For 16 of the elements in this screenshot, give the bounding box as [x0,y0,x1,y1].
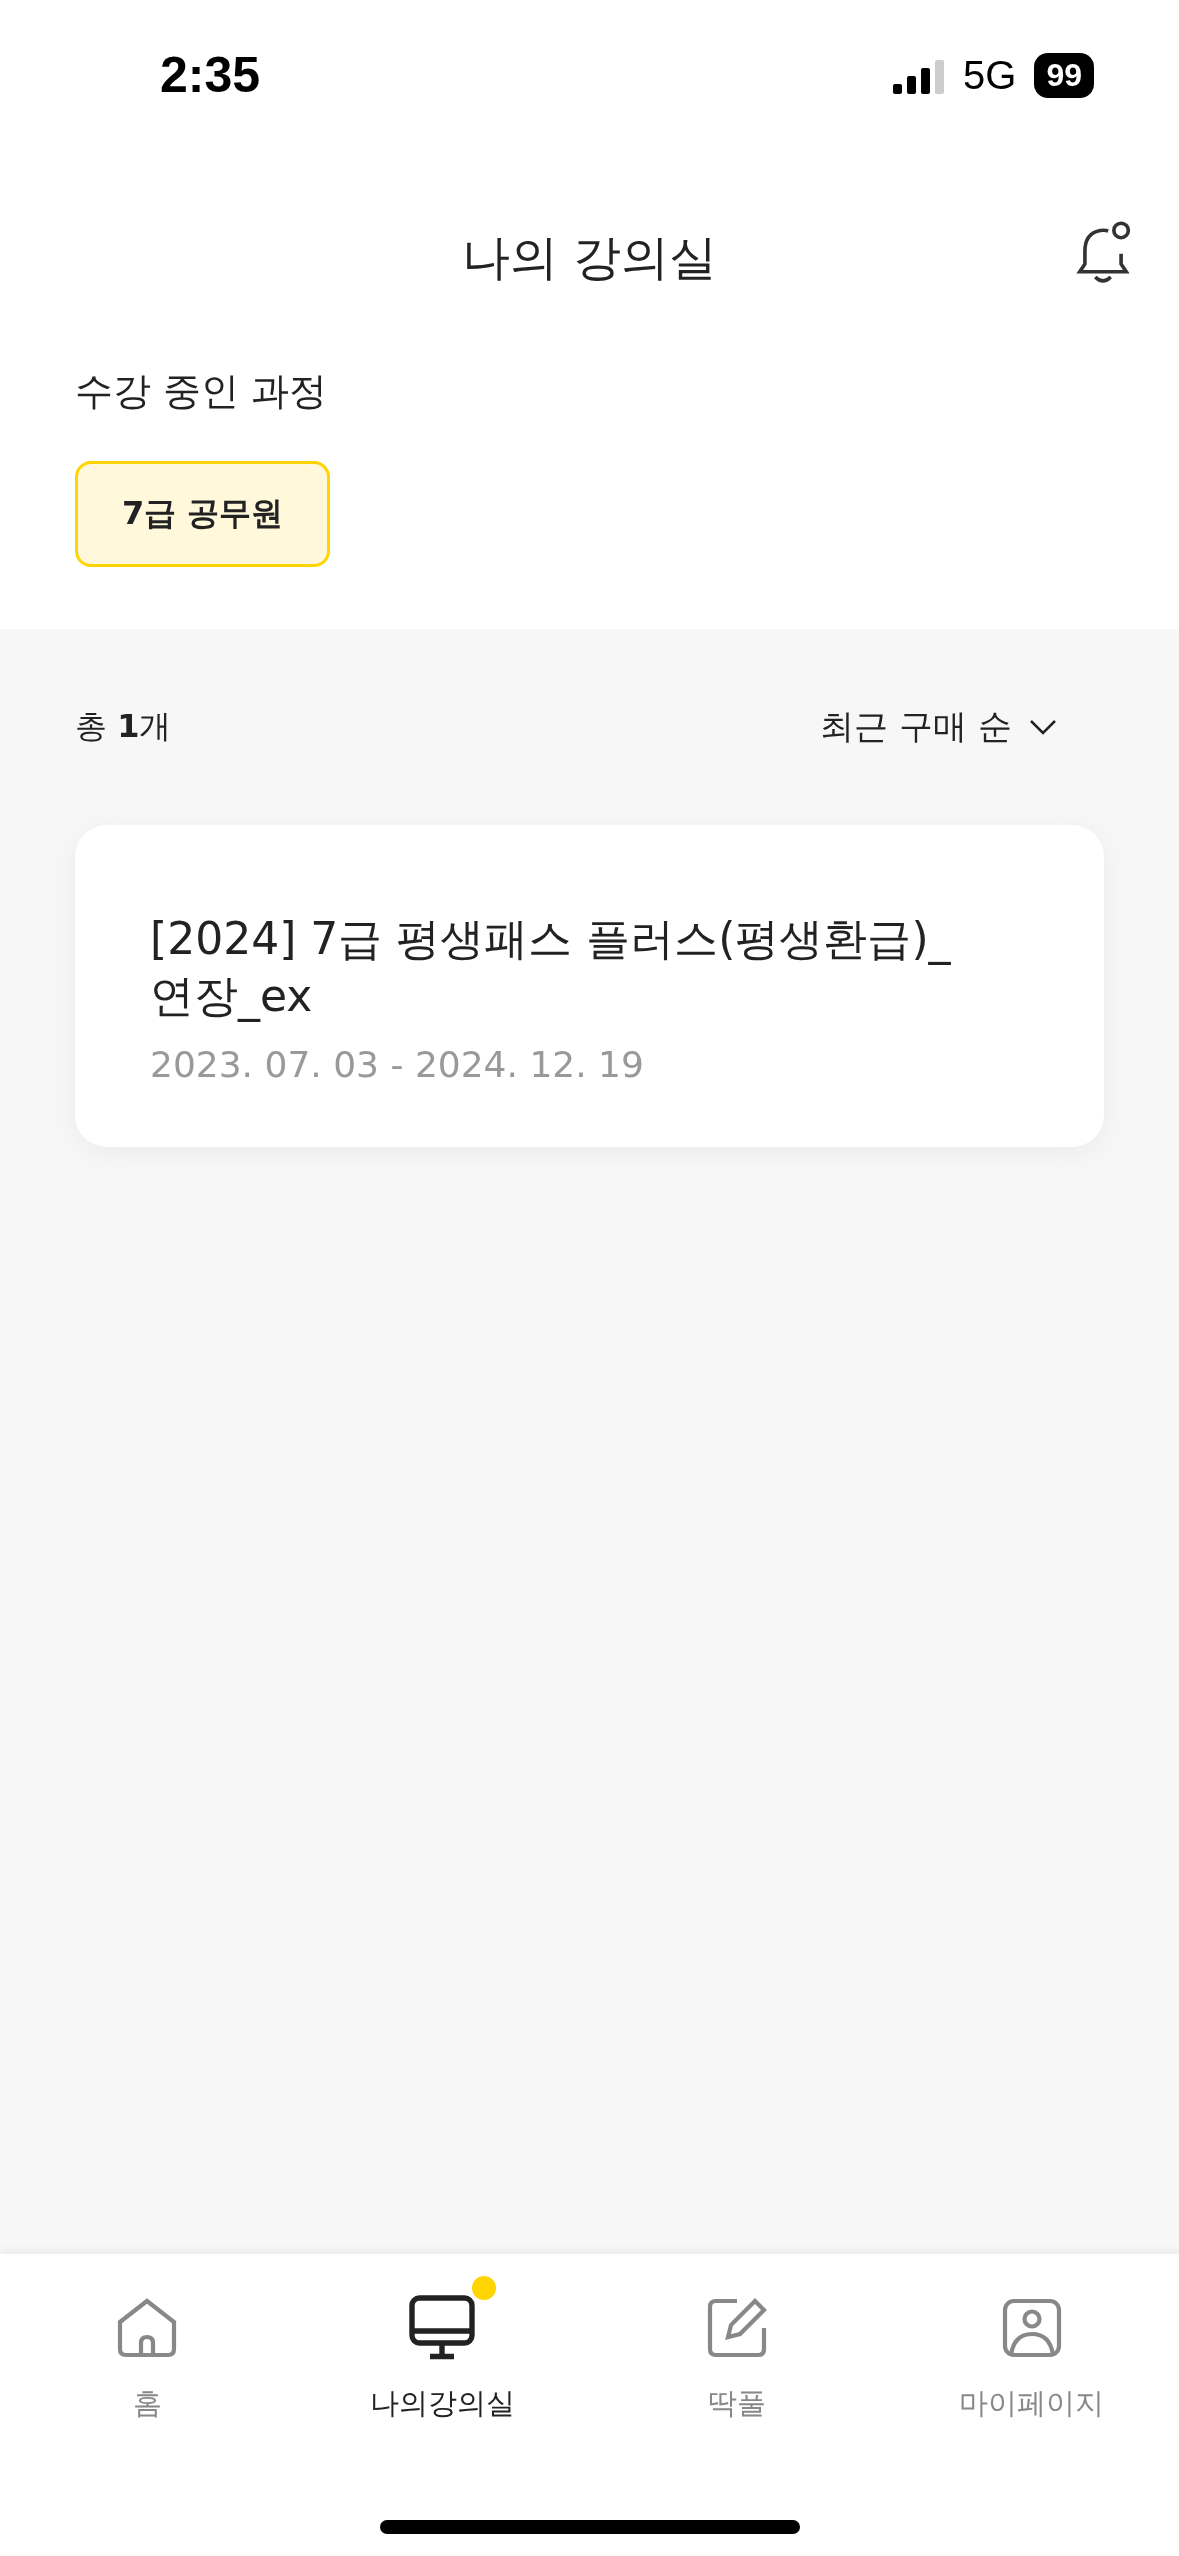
total-count: 총 1개 [75,706,172,747]
page-title: 나의 강의실 [461,228,718,287]
course-period: 2023. 07. 03 - 2024. 12. 19 [150,1044,645,1086]
network-label: 5G [963,52,1017,98]
chevron-down-icon [1028,717,1058,737]
tab-item[interactable]: 딱풀 [589,2272,885,2424]
course-title: [2024] 7급 평생패스 플러스(평생환급)_연장_ex [150,912,952,1024]
status-time: 2:35 [160,46,261,104]
course-card[interactable]: [2024] 7급 평생패스 플러스(평생환급)_연장_ex 2023. 07. 03 - 2024. 12. 19 [75,825,1104,1148]
course-chip[interactable]: 7급 공무원 [75,461,331,567]
tab-item[interactable]: 나의강의실 [294,2272,590,2424]
section-heading: 수강 중인 과정 [75,368,329,415]
tab-item[interactable]: 홈 [0,2272,295,2424]
tab-item[interactable]: 마이페이지 [884,2272,1179,2424]
battery-level: 99 [1034,52,1094,98]
sort-dropdown[interactable]: 최근 구매 순 [814,703,1064,751]
